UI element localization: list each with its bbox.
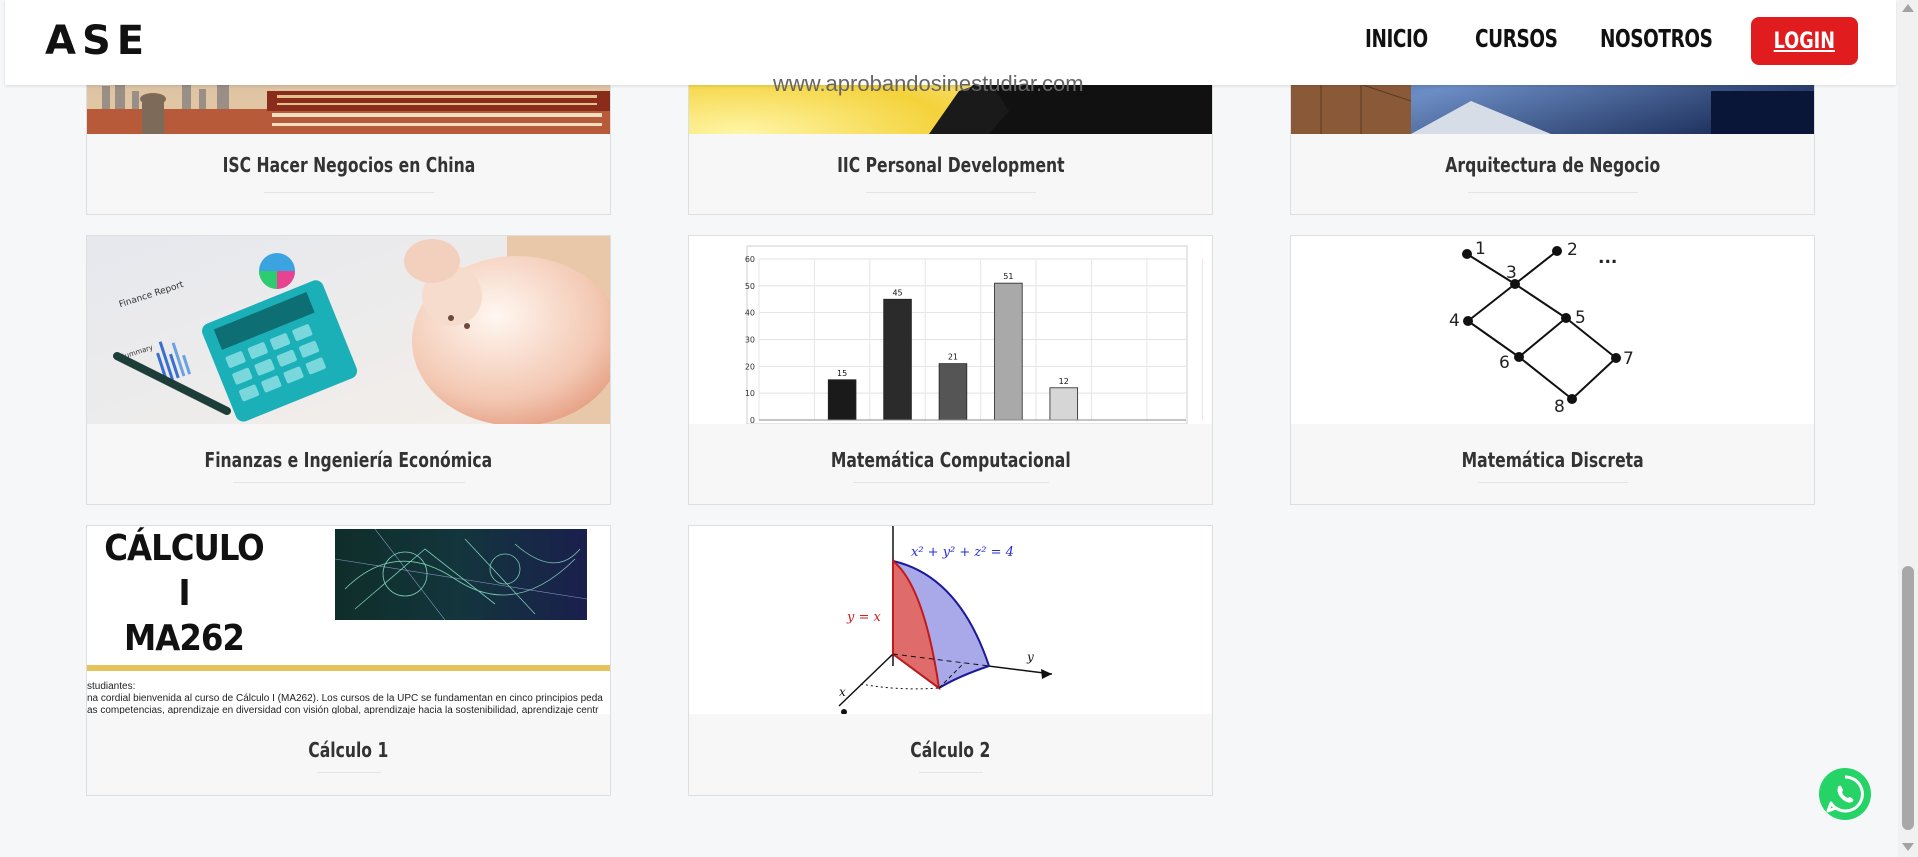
course-title[interactable]: ISC Hacer Negocios en China bbox=[87, 153, 610, 177]
course-title[interactable]: Matemática Discreta bbox=[1291, 448, 1814, 472]
chart-bar bbox=[827, 379, 857, 421]
bar-value-label: 51 bbox=[1003, 272, 1013, 281]
sphere-octant-diagram: x² + y² + z² = 4 y = x y x bbox=[838, 526, 1053, 714]
calculo-heading: CÁLCULO I MA262 bbox=[104, 528, 264, 659]
chart-bar bbox=[1049, 387, 1079, 421]
y-tick-label: 30 bbox=[745, 336, 755, 345]
login-button-label: LOGIN bbox=[1773, 28, 1836, 54]
bar-value-label: 21 bbox=[948, 353, 958, 362]
math-blackboard-image bbox=[335, 529, 587, 620]
node-label: 1 bbox=[1475, 239, 1486, 259]
node-label: 6 bbox=[1499, 353, 1510, 373]
course-card[interactable]: x² + y² + z² = 4 y = x y x Cálculo 2 bbox=[688, 525, 1213, 796]
x-axis-label: x bbox=[839, 685, 846, 699]
sphere-equation: x² + y² + z² = 4 bbox=[911, 545, 1014, 560]
nav-inicio[interactable]: INICIO bbox=[1365, 24, 1428, 53]
node-label: 5 bbox=[1575, 308, 1586, 328]
course-image: x² + y² + z² = 4 y = x y x bbox=[689, 526, 1212, 714]
y-axis-label: y bbox=[1026, 650, 1034, 664]
y-tick-label: 50 bbox=[745, 282, 755, 291]
course-image: 0102030405060015145221351412567 bbox=[689, 236, 1212, 424]
nav-cursos[interactable]: CURSOS bbox=[1475, 24, 1558, 53]
title-divider bbox=[865, 192, 1036, 193]
course-title[interactable]: IIC Personal Development bbox=[689, 153, 1212, 177]
title-divider bbox=[1477, 482, 1628, 483]
course-title[interactable]: Finanzas e Ingeniería Económica bbox=[87, 448, 610, 472]
course-image: Finance Report Summary bbox=[87, 236, 610, 424]
node-label: 8 bbox=[1554, 397, 1565, 417]
bar-value-label: 45 bbox=[892, 288, 902, 297]
course-image: 1 2 3 4 5 6 7 8 ... bbox=[1291, 236, 1814, 424]
whatsapp-icon[interactable] bbox=[1818, 767, 1872, 821]
site-logo[interactable]: ASE bbox=[45, 18, 150, 64]
node-label: 3 bbox=[1506, 263, 1517, 283]
plane-label: y = x bbox=[846, 610, 882, 625]
scroll-down-arrow-icon[interactable] bbox=[1902, 843, 1914, 851]
node-label: 4 bbox=[1449, 311, 1460, 331]
node-label: 7 bbox=[1623, 349, 1634, 369]
chart-bar bbox=[883, 298, 912, 421]
watermark-text: www.aprobandosinestudiar.com bbox=[773, 71, 1084, 96]
y-tick-label: 20 bbox=[745, 362, 755, 371]
chart-bar bbox=[938, 363, 968, 421]
login-button[interactable]: LOGIN bbox=[1751, 17, 1858, 65]
yellow-divider bbox=[87, 665, 610, 671]
node-label: 2 bbox=[1567, 240, 1578, 260]
course-image: CÁLCULO I MA262 studiantes: na cordial b… bbox=[87, 526, 610, 714]
hasse-diagram: 1 2 3 4 5 6 7 8 ... bbox=[1449, 239, 1634, 417]
histogram-chart: 0102030405060015145221351412567 bbox=[745, 245, 1203, 424]
course-title[interactable]: Cálculo 1 bbox=[87, 738, 610, 762]
y-tick-label: 10 bbox=[745, 389, 755, 398]
ellipsis-text: ... bbox=[1598, 248, 1617, 268]
title-divider bbox=[232, 482, 465, 483]
course-title[interactable]: Cálculo 2 bbox=[689, 738, 1212, 762]
bar-value-label: 15 bbox=[837, 369, 847, 378]
y-tick-label: 40 bbox=[745, 309, 755, 318]
course-intro-text: studiantes: na cordial bienvenida al cur… bbox=[87, 681, 603, 714]
scroll-up-arrow-icon[interactable] bbox=[1902, 4, 1914, 12]
y-tick-label: 60 bbox=[745, 255, 755, 264]
page-scrollbar[interactable] bbox=[1898, 0, 1918, 857]
chart-bar bbox=[994, 282, 1023, 421]
y-tick-label: 0 bbox=[750, 416, 755, 424]
nav-nosotros[interactable]: NOSOTROS bbox=[1600, 24, 1713, 53]
title-divider bbox=[918, 772, 983, 773]
title-divider bbox=[316, 772, 381, 773]
course-card[interactable]: Finance Report Summary Finanzas e Ingeni… bbox=[86, 235, 611, 505]
course-card[interactable]: 1 2 3 4 5 6 7 8 ... Matemática Discreta bbox=[1290, 235, 1815, 505]
title-divider bbox=[1467, 192, 1638, 193]
course-card[interactable]: 0102030405060015145221351412567 Matemáti… bbox=[688, 235, 1213, 505]
title-divider bbox=[263, 192, 434, 193]
course-title[interactable]: Matemática Computacional bbox=[689, 448, 1212, 472]
bar-value-label: 12 bbox=[1059, 377, 1069, 386]
course-title[interactable]: Arquitectura de Negocio bbox=[1291, 153, 1814, 177]
title-divider bbox=[852, 482, 1049, 483]
scroll-thumb[interactable] bbox=[1902, 566, 1914, 830]
course-card[interactable]: CÁLCULO I MA262 studiantes: na cordial b… bbox=[86, 525, 611, 796]
